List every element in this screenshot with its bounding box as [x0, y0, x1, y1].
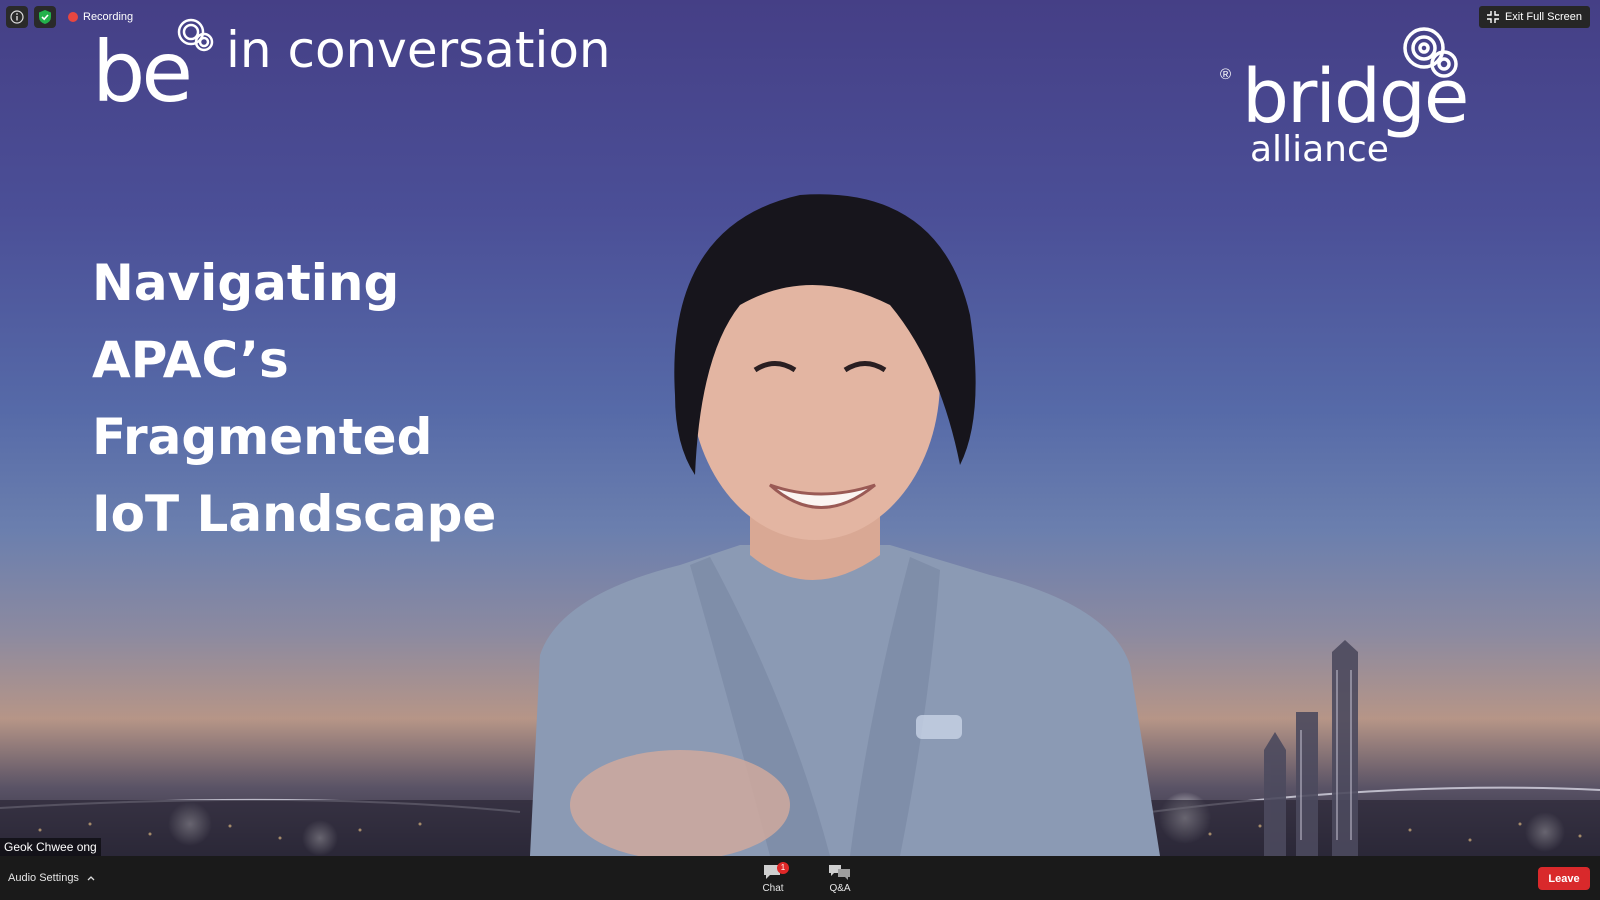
chat-unread-badge: 1	[777, 862, 789, 874]
recording-indicator[interactable]: Recording	[68, 11, 133, 23]
brand-tagline: in conversation	[226, 21, 611, 79]
alliance-wordmark: alliance	[1250, 129, 1389, 170]
exit-fullscreen-label: Exit Full Screen	[1504, 11, 1582, 23]
meeting-info-button[interactable]	[6, 6, 28, 28]
qa-button[interactable]: Q&A	[812, 858, 868, 898]
info-icon	[10, 10, 24, 24]
shield-icon	[39, 10, 51, 24]
chevron-up-icon	[87, 876, 95, 881]
audio-settings-button[interactable]: Audio Settings	[8, 856, 95, 900]
chat-button[interactable]: 1 Chat	[745, 858, 801, 898]
meeting-toolbar: Audio Settings 1 Chat Q&A Leave	[0, 856, 1600, 900]
city-skyline	[1264, 640, 1358, 856]
shared-video-feed: be in conversation Navigating APAC’s Fra…	[0, 0, 1600, 856]
encryption-status-button[interactable]	[34, 6, 56, 28]
exit-fullscreen-icon	[1486, 11, 1499, 23]
participant-name-tag: Geok Chwee ong	[0, 838, 101, 856]
audio-settings-label: Audio Settings	[8, 872, 79, 884]
exit-fullscreen-button[interactable]: Exit Full Screen	[1478, 6, 1590, 28]
brand-swirl-icon	[177, 18, 214, 52]
bridge-alliance-logo: ® bridge alliance	[1220, 26, 1510, 186]
leave-button[interactable]: Leave	[1538, 867, 1590, 890]
registered-mark: ®	[1220, 66, 1232, 83]
chat-label: Chat	[762, 882, 784, 894]
qa-label: Q&A	[829, 882, 851, 894]
meeting-status-bar: Recording	[6, 6, 133, 28]
presenter-video	[530, 194, 1160, 856]
qa-icon	[829, 864, 850, 880]
recording-label: Recording	[83, 11, 134, 23]
brand-be-logo: be	[92, 23, 193, 121]
recording-dot-icon	[68, 12, 78, 22]
bridge-wordmark: bridge	[1242, 54, 1469, 140]
